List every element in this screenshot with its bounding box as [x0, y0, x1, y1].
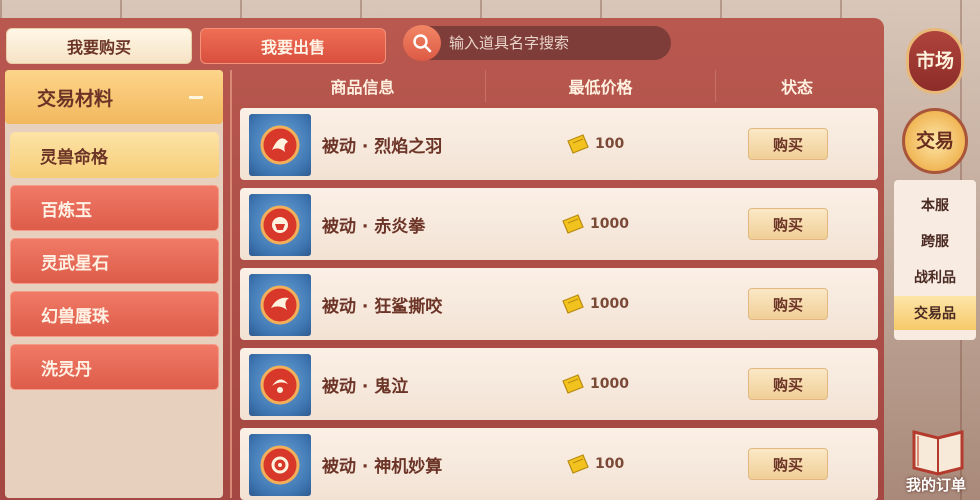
tab-buy[interactable]: 我要购买	[6, 28, 192, 64]
item-name: 被动 · 鬼泣	[322, 376, 409, 397]
price: 1000	[560, 293, 629, 315]
category-item[interactable]: 灵兽命格	[10, 132, 219, 178]
price: 1000	[560, 213, 629, 235]
buy-button[interactable]: 购买	[748, 128, 828, 160]
item-name: 被动 · 赤炎拳	[322, 216, 426, 237]
category-item[interactable]: 洗灵丹	[10, 344, 219, 390]
search-button[interactable]	[403, 25, 441, 61]
table-row: 被动 · 鬼泣 1000 购买	[240, 348, 878, 420]
column-header-price: 最低价格	[486, 70, 716, 102]
price: 1000	[560, 373, 629, 395]
market-tab[interactable]: 市场	[906, 28, 964, 94]
category-item[interactable]: 百炼玉	[10, 185, 219, 231]
skill-book-icon	[249, 434, 311, 496]
table-header: 商品信息 最低价格 状态	[240, 70, 878, 102]
price-value: 100	[595, 136, 625, 152]
price: 100	[565, 453, 624, 475]
category-header-label: 交易材料	[37, 87, 114, 110]
column-header-item-info: 商品信息	[240, 70, 486, 102]
buy-button[interactable]: 购买	[748, 208, 828, 240]
item-name: 被动 · 烈焰之羽	[322, 136, 443, 157]
nav-item-cross-server[interactable]: 跨服	[894, 224, 976, 258]
column-header-status: 状态	[780, 78, 813, 97]
category-item[interactable]: 幻兽蜃珠	[10, 291, 219, 337]
item-name: 被动 · 神机妙算	[322, 456, 443, 477]
orders-book-icon[interactable]	[908, 422, 968, 476]
price-value: 1000	[590, 296, 629, 312]
price: 100	[565, 133, 624, 155]
search-bar	[403, 25, 671, 61]
table-row: 被动 · 烈焰之羽 100 购买	[240, 108, 878, 180]
market-subnav: 本服 跨服 战利品 交易品	[894, 180, 976, 340]
price-value: 100	[595, 456, 625, 472]
skill-book-icon	[249, 114, 311, 176]
buy-button[interactable]: 购买	[748, 288, 828, 320]
table-row: 被动 · 神机妙算 100 购买	[240, 428, 878, 500]
skill-book-icon	[249, 274, 311, 336]
gold-ticket-icon	[562, 214, 584, 234]
table-row: 被动 · 狂鲨撕咬 1000 购买	[240, 268, 878, 340]
gold-ticket-icon	[567, 454, 589, 474]
tab-sell[interactable]: 我要出售	[200, 28, 386, 64]
category-sidebar: 交易材料 灵兽命格 百炼玉 灵武星石 幻兽蜃珠 洗灵丹	[5, 70, 223, 498]
nav-item-local-server[interactable]: 本服	[894, 188, 976, 222]
gold-ticket-icon	[567, 134, 589, 154]
trade-tab[interactable]: 交易	[902, 108, 968, 174]
skill-book-icon	[249, 354, 311, 416]
divider	[230, 70, 232, 498]
buy-button[interactable]: 购买	[748, 368, 828, 400]
item-name: 被动 · 狂鲨撕咬	[322, 296, 443, 317]
search-input[interactable]	[449, 34, 659, 52]
skill-book-icon	[249, 194, 311, 256]
table-row: 被动 · 赤炎拳 1000 购买	[240, 188, 878, 260]
gold-ticket-icon	[562, 294, 584, 314]
nav-item-trade-goods[interactable]: 交易品	[894, 296, 976, 330]
price-value: 1000	[590, 376, 629, 392]
buy-button[interactable]: 购买	[748, 448, 828, 480]
gold-ticket-icon	[562, 374, 584, 394]
category-item[interactable]: 灵武星石	[10, 238, 219, 284]
collapse-icon	[189, 96, 203, 99]
price-value: 1000	[590, 216, 629, 232]
nav-item-loot[interactable]: 战利品	[894, 260, 976, 294]
search-icon	[413, 34, 432, 53]
category-header[interactable]: 交易材料	[5, 70, 223, 124]
my-orders-label[interactable]: 我的订单	[906, 474, 966, 495]
